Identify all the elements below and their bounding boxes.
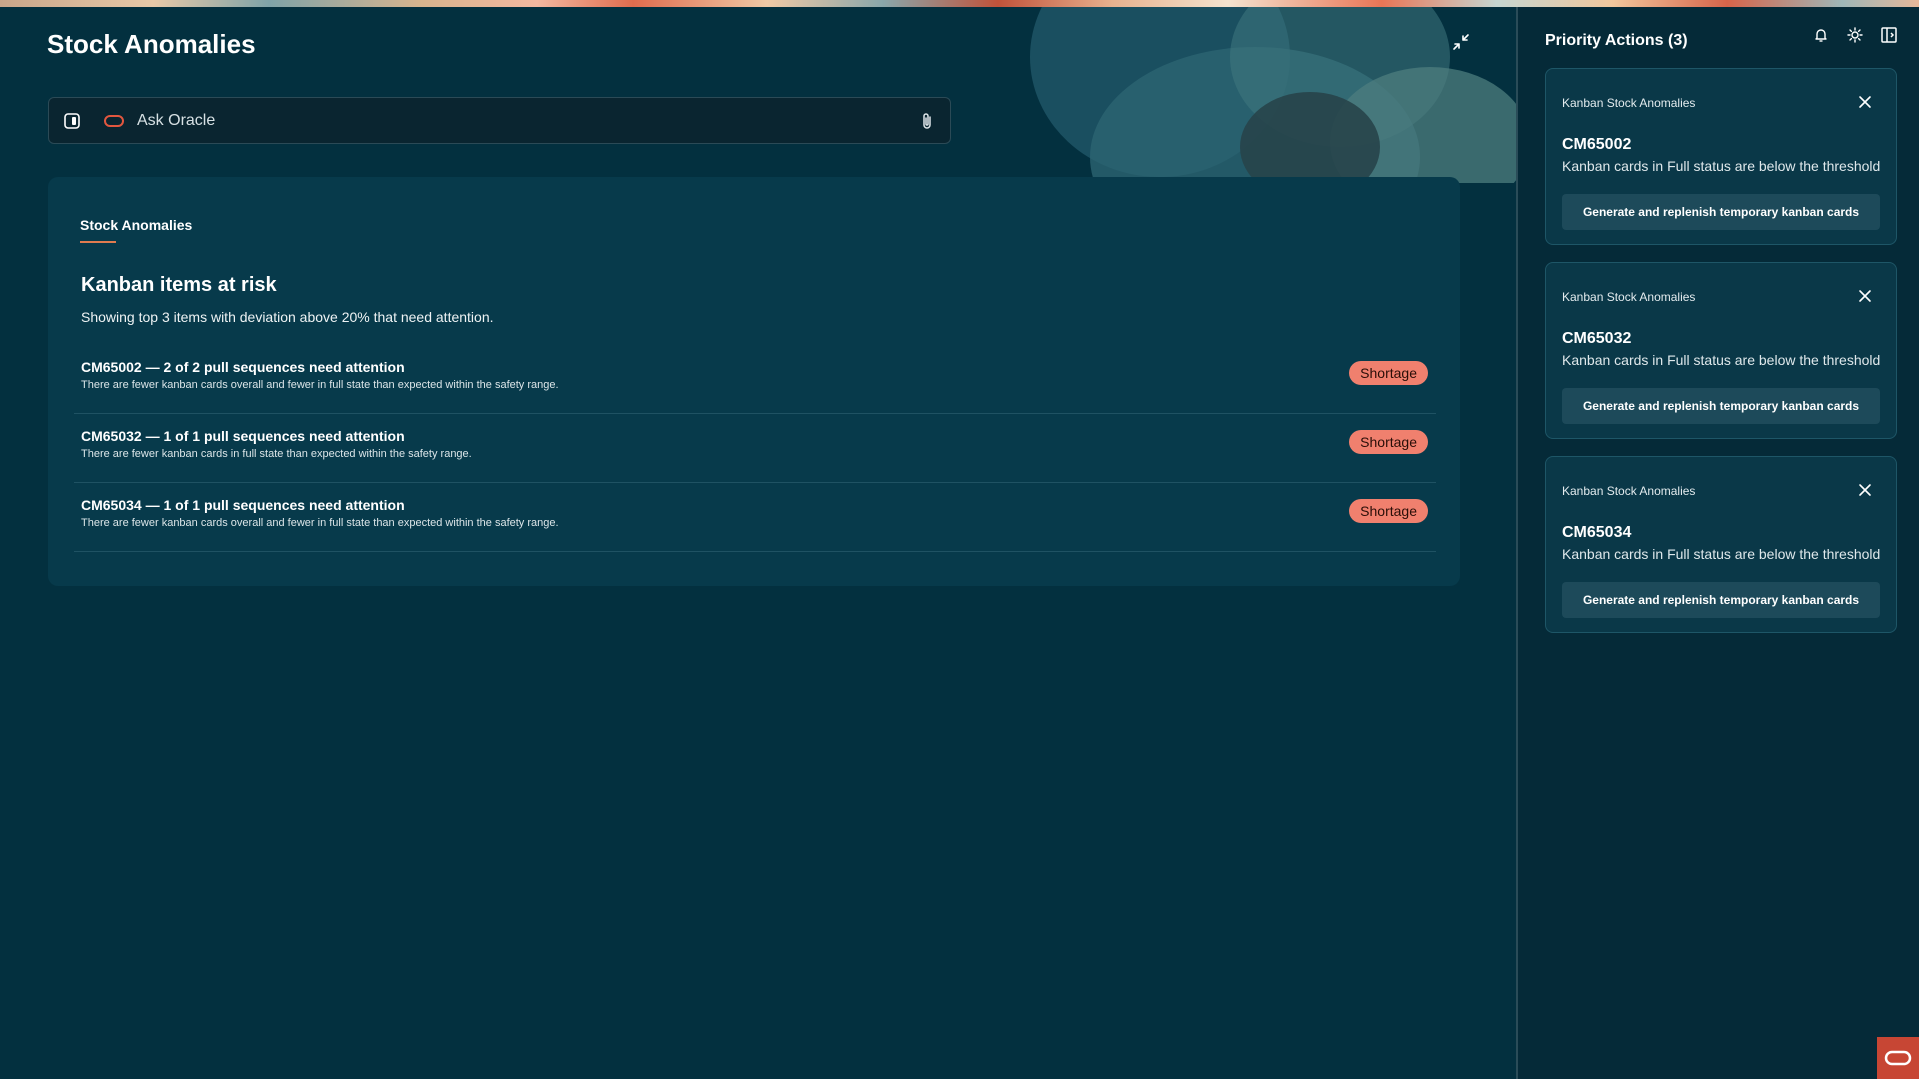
panel-title: Priority Actions (3) (1545, 32, 1688, 49)
close-icon (1859, 290, 1871, 302)
action-description: Kanban cards in Full status are below th… (1562, 546, 1881, 562)
section-underline (80, 241, 116, 243)
decorative-banner-strip (0, 0, 1919, 7)
generate-replenish-button[interactable]: Generate and replenish temporary kanban … (1562, 582, 1880, 618)
close-icon (1859, 484, 1871, 496)
anomaly-list: CM65002 — 2 of 2 pull sequences need att… (74, 345, 1436, 552)
theme-button[interactable] (1845, 25, 1865, 45)
paperclip-icon (923, 112, 931, 129)
ask-oracle-input[interactable] (137, 111, 916, 130)
panel-toggle-button[interactable] (1879, 25, 1899, 45)
stock-anomalies-card: Stock Anomalies Kanban items at risk Sho… (48, 177, 1460, 586)
item-title: CM65034 — 1 of 1 pull sequences need att… (81, 497, 405, 513)
priority-action-card: Kanban Stock Anomalies CM65032 Kanban ca… (1545, 262, 1897, 439)
generate-replenish-button[interactable]: Generate and replenish temporary kanban … (1562, 194, 1880, 230)
status-badge: Shortage (1349, 499, 1428, 523)
ask-oracle-bar (48, 97, 951, 144)
priority-action-card: Kanban Stock Anomalies CM65034 Kanban ca… (1545, 456, 1897, 633)
section-label: Stock Anomalies (80, 217, 193, 233)
status-badge: Shortage (1349, 361, 1428, 385)
item-description: There are fewer kanban cards in full sta… (81, 448, 472, 460)
action-description: Kanban cards in Full status are below th… (1562, 158, 1881, 174)
item-title: CM65032 — 1 of 1 pull sequences need att… (81, 428, 405, 444)
priority-actions-panel: Priority Actions (3) Kanban Stock Anomal… (1516, 7, 1919, 1079)
attach-button[interactable] (916, 110, 938, 132)
dismiss-button[interactable] (1856, 93, 1874, 111)
main-area: Stock Anomalies Stock Anomalies (0, 7, 1516, 1079)
bell-icon (1815, 29, 1827, 42)
close-icon (1859, 96, 1871, 108)
notifications-button[interactable] (1811, 25, 1831, 45)
oracle-logo-icon (103, 114, 125, 128)
action-item-id: CM65034 (1562, 524, 1632, 541)
action-category: Kanban Stock Anomalies (1562, 484, 1696, 498)
minimize-button[interactable] (1448, 29, 1474, 55)
item-description: There are fewer kanban cards overall and… (81, 379, 559, 391)
sidebar-toggle-button[interactable] (61, 110, 83, 132)
card-description: Showing top 3 items with deviation above… (81, 309, 494, 325)
priority-action-card: Kanban Stock Anomalies CM65002 Kanban ca… (1545, 68, 1897, 245)
list-item[interactable]: CM65032 — 1 of 1 pull sequences need att… (74, 414, 1436, 483)
panel-toolbar (1811, 25, 1899, 45)
action-category: Kanban Stock Anomalies (1562, 96, 1696, 110)
action-item-id: CM65032 (1562, 330, 1632, 347)
decorative-shapes (1030, 7, 1516, 183)
page-title: Stock Anomalies (47, 29, 256, 59)
generate-replenish-button[interactable]: Generate and replenish temporary kanban … (1562, 388, 1880, 424)
panel-toggle-icon (1881, 27, 1897, 43)
dismiss-button[interactable] (1856, 287, 1874, 305)
card-title: Kanban items at risk (81, 274, 277, 296)
oracle-logo-icon (1884, 1050, 1912, 1066)
action-description: Kanban cards in Full status are below th… (1562, 352, 1881, 368)
action-category: Kanban Stock Anomalies (1562, 290, 1696, 304)
oracle-assistant-button[interactable] (1877, 1037, 1919, 1079)
sidebar-toggle-icon (64, 112, 80, 129)
item-title: CM65002 — 2 of 2 pull sequences need att… (81, 359, 405, 375)
list-item[interactable]: CM65002 — 2 of 2 pull sequences need att… (74, 345, 1436, 414)
sun-icon (1847, 27, 1863, 43)
collapse-arrows-icon (1453, 34, 1469, 50)
status-badge: Shortage (1349, 430, 1428, 454)
action-item-id: CM65002 (1562, 136, 1632, 153)
dismiss-button[interactable] (1856, 481, 1874, 499)
list-item[interactable]: CM65034 — 1 of 1 pull sequences need att… (74, 483, 1436, 552)
item-description: There are fewer kanban cards overall and… (81, 517, 559, 529)
